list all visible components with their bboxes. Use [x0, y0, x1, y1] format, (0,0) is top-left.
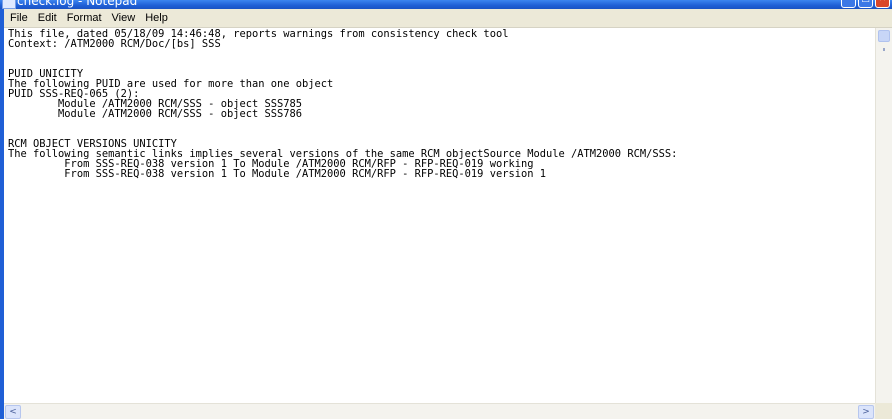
menu-help[interactable]: Help	[140, 9, 173, 28]
maximize-button[interactable]: □	[858, 0, 873, 8]
chevron-left-icon: <	[9, 407, 17, 417]
menu-view[interactable]: View	[107, 9, 141, 28]
window-title: check.log - Notepad	[17, 0, 138, 8]
scrollbar-corner	[875, 403, 892, 419]
maximize-icon: □	[859, 0, 872, 4]
close-button[interactable]: ✕	[875, 0, 890, 8]
menu-file[interactable]: File	[5, 9, 33, 28]
menu-bar: File Edit Format View Help	[0, 9, 892, 28]
menu-edit[interactable]: Edit	[33, 9, 62, 28]
text-editor-area[interactable]: This file, dated 05/18/09 14:46:48, repo…	[4, 28, 875, 403]
scroll-right-button[interactable]: >	[858, 405, 874, 419]
vertical-scrollbar[interactable]	[875, 28, 892, 403]
minimize-icon: –	[842, 0, 855, 4]
close-icon: ✕	[876, 0, 889, 4]
scroll-up-button[interactable]	[878, 30, 890, 42]
minimize-button[interactable]: –	[841, 0, 856, 8]
scroll-left-button[interactable]: <	[5, 405, 21, 419]
horizontal-scrollbar[interactable]: < >	[4, 403, 875, 419]
scroll-grip-icon	[883, 48, 885, 51]
editor-content[interactable]: This file, dated 05/18/09 14:46:48, repo…	[4, 28, 875, 179]
menu-format[interactable]: Format	[62, 9, 107, 28]
chevron-right-icon: >	[862, 407, 870, 417]
